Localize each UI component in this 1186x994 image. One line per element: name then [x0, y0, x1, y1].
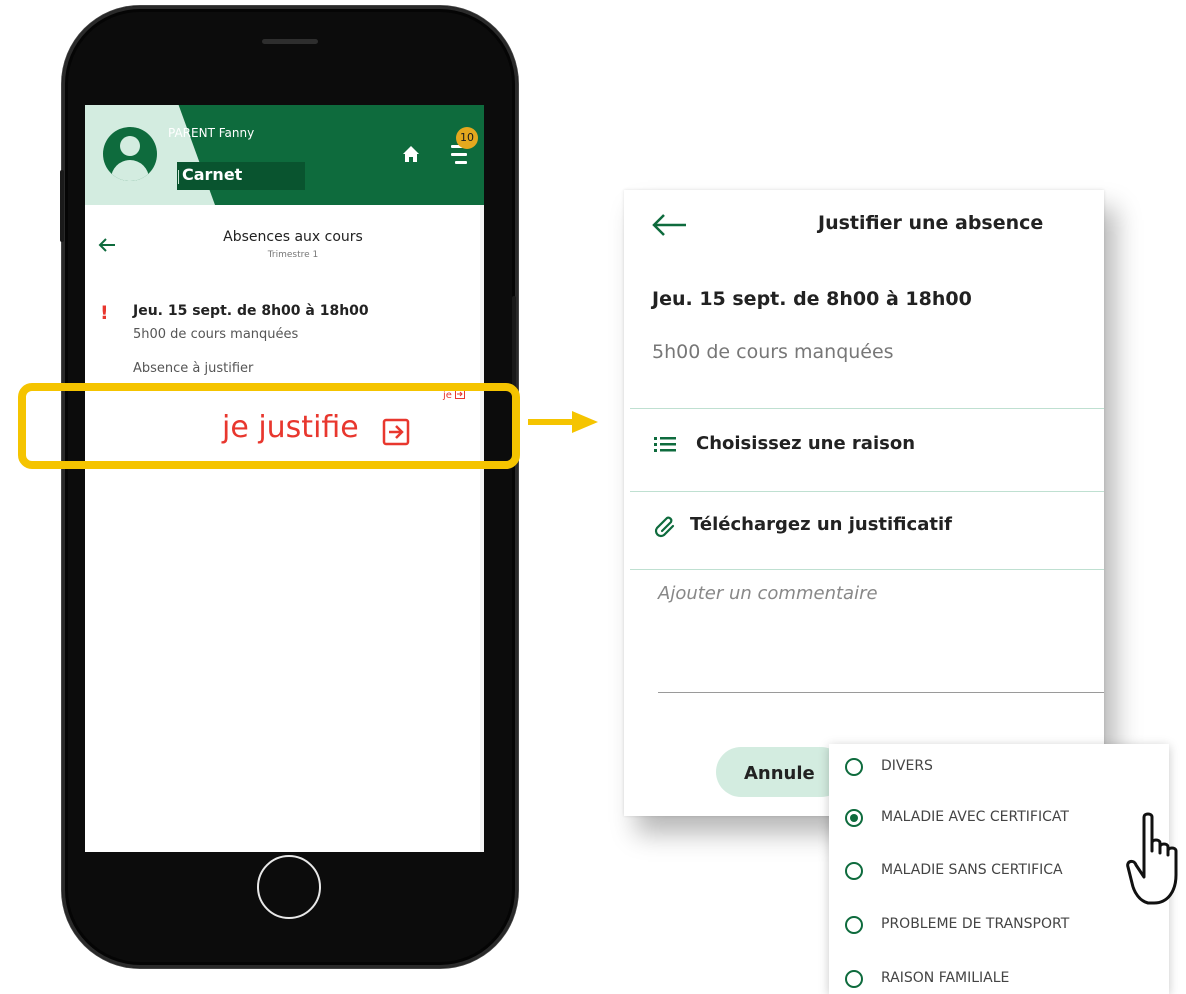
radio-button[interactable]: [845, 916, 863, 934]
phone-speaker: [262, 39, 318, 44]
phone-power-button: [512, 296, 516, 388]
absence-hours: 5h00 de cours manquées: [133, 327, 299, 342]
avatar-body: [111, 160, 149, 181]
reason-option-label: MALADIE SANS CERTIFICA: [881, 862, 1063, 878]
exit-arrow-icon[interactable]: [382, 418, 410, 446]
reason-option-label: RAISON FAMILIALE: [881, 970, 1010, 986]
list-icon: [654, 437, 676, 452]
radio-button[interactable]: [845, 862, 863, 880]
avatar-head: [120, 136, 140, 156]
comment-field[interactable]: Ajouter un commentaire: [658, 583, 878, 604]
phone-volume-button: [60, 170, 64, 242]
upload-button[interactable]: Téléchargez un justificatif: [690, 514, 952, 535]
section-label: Carnet: [177, 165, 243, 184]
justify-panel: Justifier une absence Jeu. 15 sept. de 8…: [624, 190, 1104, 816]
reason-option-label: DIVERS: [881, 758, 933, 774]
alert-icon: !: [100, 302, 109, 324]
panel-date: Jeu. 15 sept. de 8h00 à 18h00: [652, 288, 972, 310]
cancel-button-label: Annule: [744, 763, 815, 784]
phone-home-button: [257, 855, 321, 919]
avatar[interactable]: [103, 127, 157, 181]
radio-button[interactable]: [845, 758, 863, 776]
radio-button-selected[interactable]: [845, 809, 863, 827]
panel-hours: 5h00 de cours manquées: [652, 341, 894, 363]
notification-badge: 10: [456, 127, 478, 149]
radio-button[interactable]: [845, 970, 863, 988]
home-icon[interactable]: [402, 145, 420, 163]
reason-select[interactable]: Choisissez une raison: [696, 433, 915, 454]
divider: [630, 491, 1104, 492]
parent-name: PARENT Fanny: [168, 126, 255, 140]
phone-screen: PARENT Fanny Carnet 10 Absences aux cour…: [85, 105, 484, 852]
reason-dropdown: DIVERS MALADIE AVEC CERTIFICAT MALADIE S…: [829, 744, 1169, 994]
absence-status: Absence à justifier: [133, 361, 254, 376]
pointer-arrow-head: [572, 411, 598, 433]
page-title: Absences aux cours: [223, 229, 363, 245]
absence-date[interactable]: Jeu. 15 sept. de 8h00 à 18h00: [133, 303, 369, 319]
reason-option-label: PROBLEME DE TRANSPORT: [881, 916, 1070, 932]
page-subtitle: Trimestre 1: [267, 250, 319, 260]
pointer-arrow: [528, 419, 576, 425]
back-arrow-icon[interactable]: [97, 235, 117, 255]
panel-title: Justifier une absence: [818, 212, 1044, 234]
comment-underline: [658, 692, 1104, 693]
divider: [630, 569, 1104, 570]
paperclip-icon: [654, 516, 675, 538]
back-arrow-icon[interactable]: [650, 212, 688, 238]
divider: [630, 408, 1104, 409]
app-header: PARENT Fanny Carnet 10: [85, 105, 484, 205]
reason-option-label: MALADIE AVEC CERTIFICAT: [881, 809, 1069, 825]
scrollbar[interactable]: [480, 205, 484, 852]
justify-button[interactable]: je justifie: [222, 410, 359, 445]
pointer-hand-icon: [1126, 812, 1178, 905]
